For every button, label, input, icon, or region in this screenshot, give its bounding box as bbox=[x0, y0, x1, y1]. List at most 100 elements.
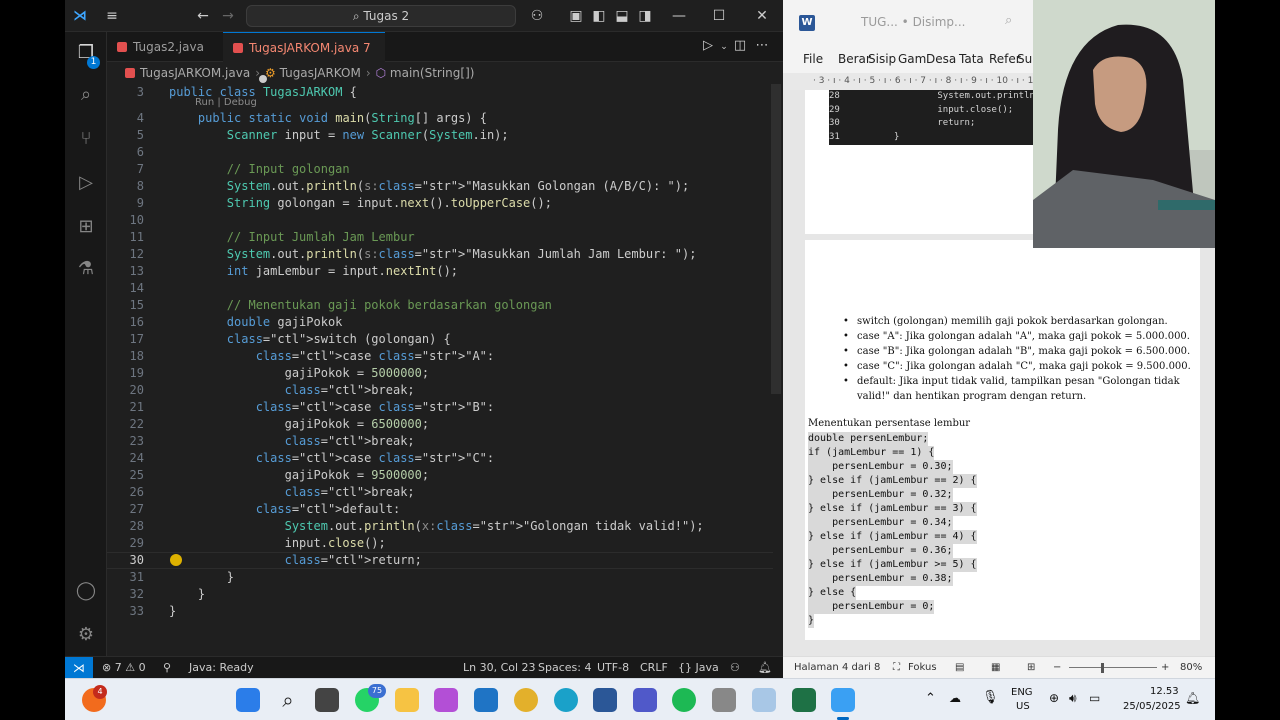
network-icon[interactable]: ⊕ bbox=[1049, 691, 1059, 705]
code-line[interactable]: 33} bbox=[107, 603, 773, 620]
page-indicator[interactable]: Halaman 4 dari 8 bbox=[794, 657, 880, 678]
code-line[interactable]: 30 class="ctl">return; bbox=[107, 552, 773, 569]
forward-arrow-icon[interactable]: → bbox=[219, 7, 237, 25]
run-debug-icon[interactable]: ▷ bbox=[75, 172, 97, 194]
ribbon-tab[interactable]: Berar bbox=[838, 45, 871, 73]
task-view-icon[interactable] bbox=[315, 688, 339, 712]
document-title[interactable]: TUG... • Disimp... bbox=[861, 15, 965, 29]
snipping-tool-icon[interactable] bbox=[752, 688, 776, 712]
source-control-icon[interactable]: ⑂ bbox=[75, 128, 97, 150]
excel-icon[interactable] bbox=[792, 688, 816, 712]
minimize-icon[interactable]: — bbox=[670, 7, 688, 25]
print-layout-icon[interactable]: ▦ bbox=[991, 657, 1000, 678]
code-line[interactable]: 29 input.close(); bbox=[107, 535, 773, 552]
code-line[interactable]: 15 // Menentukan gaji pokok berdasarkan … bbox=[107, 297, 773, 314]
code-line[interactable]: 24 class="ctl">case class="str">"C": bbox=[107, 450, 773, 467]
code-line[interactable]: 31 } bbox=[107, 569, 773, 586]
code-line[interactable]: 11 // Input Jumlah Jam Lembur bbox=[107, 229, 773, 246]
code-line[interactable]: 25 gajiPokok = 9500000; bbox=[107, 467, 773, 484]
code-line[interactable]: 4 public static void main(String[] args)… bbox=[107, 110, 773, 127]
notification-bell-icon[interactable]: 🔔︎ bbox=[1185, 691, 1200, 705]
code-line[interactable]: 16 double gajiPokok bbox=[107, 314, 773, 331]
code-line[interactable]: 5 Scanner input = new Scanner(System.in)… bbox=[107, 127, 773, 144]
code-line[interactable]: 13 int jamLembur = input.nextInt(); bbox=[107, 263, 773, 280]
clock-time[interactable]: 12.53 bbox=[1150, 686, 1179, 697]
zoom-out-icon[interactable]: − bbox=[1053, 657, 1061, 678]
code-line[interactable]: 32 } bbox=[107, 586, 773, 603]
language-status[interactable]: {} Java bbox=[678, 657, 719, 678]
chevron-down-icon[interactable]: ⌄ bbox=[719, 42, 729, 52]
battery-icon[interactable]: ▭ bbox=[1089, 691, 1100, 705]
spotify-icon[interactable] bbox=[672, 688, 696, 712]
search-icon[interactable]: ⌕ bbox=[75, 84, 97, 106]
show-hidden-icons-icon[interactable]: ⌃ bbox=[925, 691, 936, 706]
code-line[interactable]: 6 bbox=[107, 144, 773, 161]
teams-icon[interactable] bbox=[633, 688, 657, 712]
eol-status[interactable]: CRLF bbox=[640, 657, 668, 678]
code-line[interactable]: 21 class="ctl">case class="str">"B": bbox=[107, 399, 773, 416]
code-line[interactable]: 23 class="ctl">break; bbox=[107, 433, 773, 450]
code-line[interactable]: 22 gajiPokok = 6500000; bbox=[107, 416, 773, 433]
ribbon-tab[interactable]: Desa bbox=[926, 45, 956, 73]
tab-tugas2[interactable]: Tugas2.java bbox=[107, 32, 222, 62]
ribbon-tab[interactable]: File bbox=[803, 45, 823, 73]
web-layout-icon[interactable]: ⊞ bbox=[1027, 657, 1035, 678]
windows-start-icon[interactable] bbox=[236, 688, 260, 712]
store-icon[interactable] bbox=[474, 688, 498, 712]
read-mode-icon[interactable]: ▤ bbox=[955, 657, 964, 678]
copilot-icon[interactable]: ⚇ bbox=[528, 7, 546, 25]
zoom-thumb[interactable] bbox=[1101, 663, 1104, 673]
code-line[interactable]: 8 System.out.println(s:class="str">"Masu… bbox=[107, 178, 773, 195]
problems-status[interactable]: ⊗ 7 ⚠ 0 bbox=[102, 657, 146, 678]
language-indicator[interactable]: ENG bbox=[1011, 687, 1033, 698]
ribbon-tab[interactable]: Tata bbox=[959, 45, 984, 73]
copilot-status-icon[interactable]: ⚇ bbox=[730, 657, 740, 678]
remote-icon[interactable]: ⋊ bbox=[65, 657, 93, 678]
microphone-icon[interactable]: 🎙︎ bbox=[982, 690, 999, 705]
accounts-icon[interactable]: ◯ bbox=[75, 580, 97, 602]
code-line[interactable]: 7 // Input golongan bbox=[107, 161, 773, 178]
lightbulb-icon[interactable] bbox=[170, 554, 182, 566]
copilot-icon[interactable] bbox=[434, 688, 458, 712]
code-line[interactable]: 10 bbox=[107, 212, 773, 229]
code-line[interactable]: 20 class="ctl">break; bbox=[107, 382, 773, 399]
more-icon[interactable]: ⋯ bbox=[751, 38, 773, 53]
chrome-icon[interactable] bbox=[514, 688, 538, 712]
encoding-status[interactable]: UTF-8 bbox=[597, 657, 629, 678]
volume-icon[interactable]: 🔊︎ bbox=[1069, 691, 1077, 706]
tab-tugasjarkom[interactable]: TugasJARKOM.java 7 bbox=[223, 32, 385, 83]
onedrive-icon[interactable]: ☁ bbox=[949, 691, 961, 705]
clock-date[interactable]: 25/05/2025 bbox=[1123, 701, 1181, 712]
keyboard-layout[interactable]: US bbox=[1016, 701, 1030, 712]
extensions-icon[interactable]: ⊞ bbox=[75, 216, 97, 238]
word-icon[interactable] bbox=[593, 688, 617, 712]
maximize-icon[interactable]: ☐ bbox=[710, 7, 728, 25]
search-icon[interactable]: ⌕ bbox=[1005, 13, 1012, 28]
indentation-status[interactable]: Spaces: 4 bbox=[538, 657, 591, 678]
code-editor[interactable]: 3 public class TugasJARKOM {4 public stat… bbox=[107, 84, 773, 656]
breadcrumb-class[interactable]: TugasJARKOM bbox=[280, 66, 361, 80]
command-center-search[interactable]: ⌕ Tugas 2 bbox=[246, 5, 516, 27]
zoom-slider[interactable] bbox=[1069, 667, 1157, 668]
settings-gear-icon[interactable]: ⚙ bbox=[75, 624, 97, 646]
calculator-icon[interactable] bbox=[712, 688, 736, 712]
menu-icon[interactable]: ≡ bbox=[103, 7, 121, 25]
toggle-panel-icon[interactable]: ⬓ bbox=[613, 7, 631, 25]
layout-icon[interactable]: ▣ bbox=[567, 7, 585, 25]
back-arrow-icon[interactable]: ← bbox=[194, 7, 212, 25]
run-icon[interactable]: ▷ bbox=[697, 38, 719, 53]
split-editor-icon[interactable]: ◫ bbox=[729, 38, 751, 53]
edge-icon[interactable] bbox=[554, 688, 578, 712]
testing-icon[interactable]: ⚗ bbox=[75, 258, 97, 280]
ribbon-tab[interactable]: Gam bbox=[898, 45, 926, 73]
toggle-sidebar-icon[interactable]: ◧ bbox=[590, 7, 608, 25]
java-status[interactable]: Java: Ready bbox=[189, 657, 254, 678]
search-icon[interactable]: ⌕ bbox=[276, 688, 300, 712]
code-line[interactable]: 14 bbox=[107, 280, 773, 297]
vscode-taskbar-icon[interactable] bbox=[831, 688, 855, 712]
zoom-in-icon[interactable]: + bbox=[1161, 657, 1169, 678]
code-line[interactable]: 27 class="ctl">default: bbox=[107, 501, 773, 518]
focus-button[interactable]: Fokus bbox=[908, 657, 937, 678]
file-explorer-icon[interactable] bbox=[395, 688, 419, 712]
code-line[interactable]: 12 System.out.println(s:class="str">"Mas… bbox=[107, 246, 773, 263]
